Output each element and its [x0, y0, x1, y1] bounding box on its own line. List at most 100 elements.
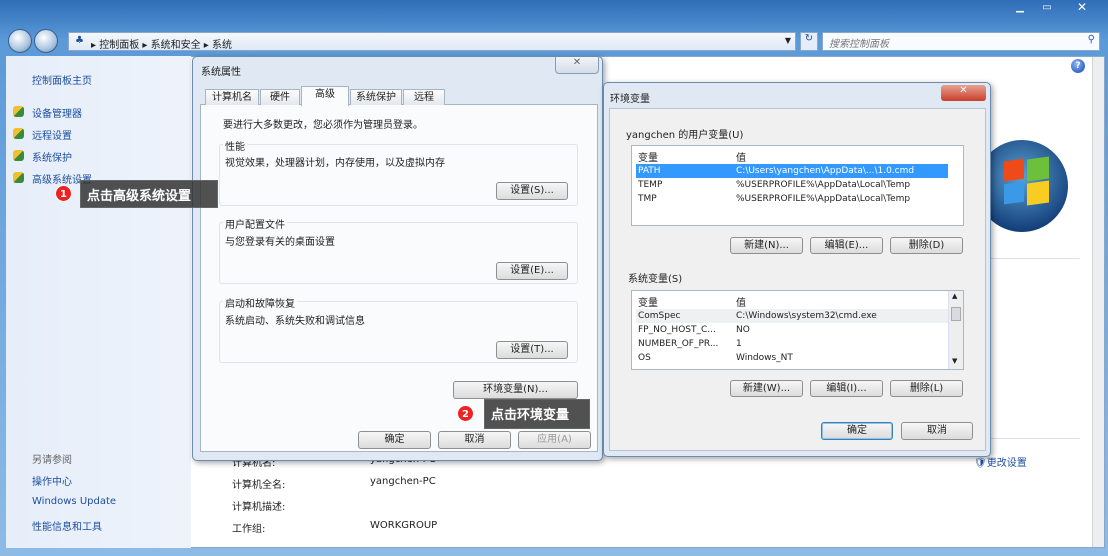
link-windows-update[interactable]: Windows Update	[32, 496, 116, 507]
user-new-button[interactable]: 新建(N)...	[730, 237, 803, 254]
full-name-label: 计算机全名:	[232, 480, 286, 491]
close-button[interactable]: ✕	[941, 85, 986, 101]
performance-settings-button[interactable]: 设置(S)...	[496, 182, 568, 200]
sidebar-home-link[interactable]: 控制面板主页	[32, 72, 92, 87]
close-button[interactable]: ✕	[555, 57, 599, 74]
startup-settings-button[interactable]: 设置(T)...	[496, 341, 568, 359]
breadcrumb-item[interactable]: 系统和安全	[151, 40, 201, 51]
variable-name: TEMP	[638, 180, 663, 190]
minimize-button[interactable]: ▁	[1008, 2, 1032, 18]
column-header-value[interactable]: 值	[736, 149, 746, 164]
tab-system-protection[interactable]: 系统保护	[350, 89, 402, 105]
maximize-button[interactable]: ▭	[1034, 2, 1060, 18]
search-placeholder: 搜索控制面板	[829, 39, 889, 50]
ok-button[interactable]: 确定	[821, 422, 893, 440]
tab-advanced[interactable]: 高级	[301, 86, 349, 106]
list-item[interactable]: ComSpec C:\Windows\system32\cmd.exe	[636, 309, 948, 323]
group-title: 启动和故障恢复	[223, 295, 297, 310]
user-variables-label: yangchen 的用户变量(U)	[626, 130, 744, 141]
cancel-button[interactable]: 取消	[438, 431, 511, 449]
list-item[interactable]: FP_NO_HOST_C... NO	[636, 323, 948, 337]
variable-name: PATH	[638, 166, 661, 176]
environment-variables-dialog: 环境变量 ✕ yangchen 的用户变量(U) 变量 值 PATH C:\Use…	[603, 82, 991, 457]
link-action-center[interactable]: 操作中心	[32, 473, 72, 488]
user-edit-button[interactable]: 编辑(E)...	[810, 237, 883, 254]
breadcrumb: ▸ 控制面板 ▸ 系统和安全 ▸ 系统	[91, 40, 232, 51]
system-edit-button[interactable]: 编辑(I)...	[810, 380, 883, 397]
forward-button[interactable]	[34, 29, 58, 53]
callout-badge: 2	[457, 405, 474, 422]
list-item[interactable]: TMP %USERPROFILE%\AppData\Local\Temp	[636, 192, 948, 206]
close-window-button[interactable]: ✕	[1062, 0, 1102, 18]
scroll-down-icon[interactable]: ▼	[952, 357, 957, 365]
group-description: 与您登录有关的桌面设置	[225, 237, 335, 248]
list-item[interactable]: NUMBER_OF_PR... 1	[636, 337, 948, 351]
variable-name: FP_NO_HOST_C...	[638, 325, 716, 335]
column-header-variable[interactable]: 变量	[638, 294, 658, 309]
dialog-title: 系统属性	[201, 67, 241, 78]
tab-hardware[interactable]: 硬件	[260, 89, 300, 105]
list-item[interactable]: TEMP %USERPROFILE%\AppData\Local\Temp	[636, 178, 948, 192]
variable-value: Windows_NT	[736, 353, 793, 363]
user-delete-button[interactable]: 删除(D)	[890, 237, 963, 254]
shield-icon	[13, 150, 24, 161]
variable-name: OS	[638, 353, 651, 363]
scrollbar[interactable]: ▲ ▼	[948, 291, 963, 369]
change-settings-label: 更改设置	[986, 458, 1027, 469]
variable-value: C:\Windows\system32\cmd.exe	[736, 311, 877, 321]
shield-icon: 🛡	[974, 458, 987, 469]
sidebar-item-protection[interactable]: 系统保护	[32, 149, 72, 164]
list-item[interactable]: PATH C:\Users\yangchen\AppData\...\1.0.cm…	[636, 164, 948, 178]
variable-name: TMP	[638, 194, 657, 204]
full-name-value: yangchen-PC	[370, 476, 436, 487]
group-title: 性能	[223, 138, 247, 153]
refresh-button[interactable]: ↻	[800, 32, 818, 51]
profiles-settings-button[interactable]: 设置(E)...	[496, 262, 568, 280]
see-also-heading: 另请参阅	[32, 455, 72, 466]
variable-value: 1	[736, 339, 742, 349]
callout-1: 点击高级系统设置	[80, 180, 218, 208]
user-variables-list[interactable]: 变量 值 PATH C:\Users\yangchen\AppData\...\1…	[631, 145, 964, 226]
chevron-down-icon[interactable]: ▼	[785, 36, 791, 45]
apply-button[interactable]: 应用(A)	[518, 431, 591, 449]
system-delete-button[interactable]: 删除(L)	[890, 380, 963, 397]
system-variables-label: 系统变量(S)	[628, 274, 683, 285]
workgroup-value: WORKGROUP	[370, 520, 438, 531]
scroll-thumb[interactable]	[951, 307, 961, 321]
shield-icon	[13, 106, 24, 117]
ok-button[interactable]: 确定	[358, 431, 431, 449]
column-header-variable[interactable]: 变量	[638, 149, 658, 164]
breadcrumb-item[interactable]: 系统	[212, 40, 232, 51]
search-input[interactable]: 搜索控制面板 ⚲	[822, 32, 1100, 51]
shield-icon	[13, 128, 24, 139]
tab-computer-name[interactable]: 计算机名	[205, 89, 259, 105]
variable-name: ComSpec	[638, 311, 681, 321]
breadcrumb-item[interactable]: 控制面板	[99, 40, 139, 51]
variable-value: C:\Users\yangchen\AppData\...\1.0.cmd	[736, 166, 915, 176]
link-performance[interactable]: 性能信息和工具	[32, 518, 102, 533]
workgroup-label: 工作组:	[232, 524, 266, 535]
scroll-up-icon[interactable]: ▲	[952, 292, 957, 300]
callout-2: 点击环境变量	[484, 399, 590, 429]
back-button[interactable]	[8, 29, 32, 53]
cancel-button[interactable]: 取消	[901, 422, 973, 440]
control-panel-icon: ♣	[75, 35, 84, 46]
callout-badge: 1	[55, 185, 72, 202]
variable-value: NO	[736, 325, 750, 335]
environment-variables-button[interactable]: 环境变量(N)...	[453, 381, 578, 399]
address-bar[interactable]: ♣ ▸ 控制面板 ▸ 系统和安全 ▸ 系统 ▼	[68, 32, 796, 51]
variable-value: %USERPROFILE%\AppData\Local\Temp	[736, 194, 911, 204]
help-icon[interactable]: ?	[1071, 59, 1085, 73]
list-item[interactable]: OS Windows_NT	[636, 351, 948, 365]
sidebar-item-remote[interactable]: 远程设置	[32, 127, 72, 142]
system-variables-list[interactable]: 变量 值 ComSpec C:\Windows\system32\cmd.exe …	[631, 290, 964, 370]
search-icon[interactable]: ⚲	[1088, 34, 1095, 45]
scrollbar[interactable]	[1092, 57, 1104, 547]
variable-value: %USERPROFILE%\AppData\Local\Temp	[736, 180, 911, 190]
sidebar-item-device-manager[interactable]: 设备管理器	[32, 105, 82, 120]
column-header-value[interactable]: 值	[736, 294, 746, 309]
system-new-button[interactable]: 新建(W)...	[730, 380, 803, 397]
tab-remote[interactable]: 远程	[403, 89, 445, 105]
description-label: 计算机描述:	[232, 502, 286, 513]
group-description: 视觉效果，处理器计划，内存使用，以及虚拟内存	[225, 158, 445, 169]
